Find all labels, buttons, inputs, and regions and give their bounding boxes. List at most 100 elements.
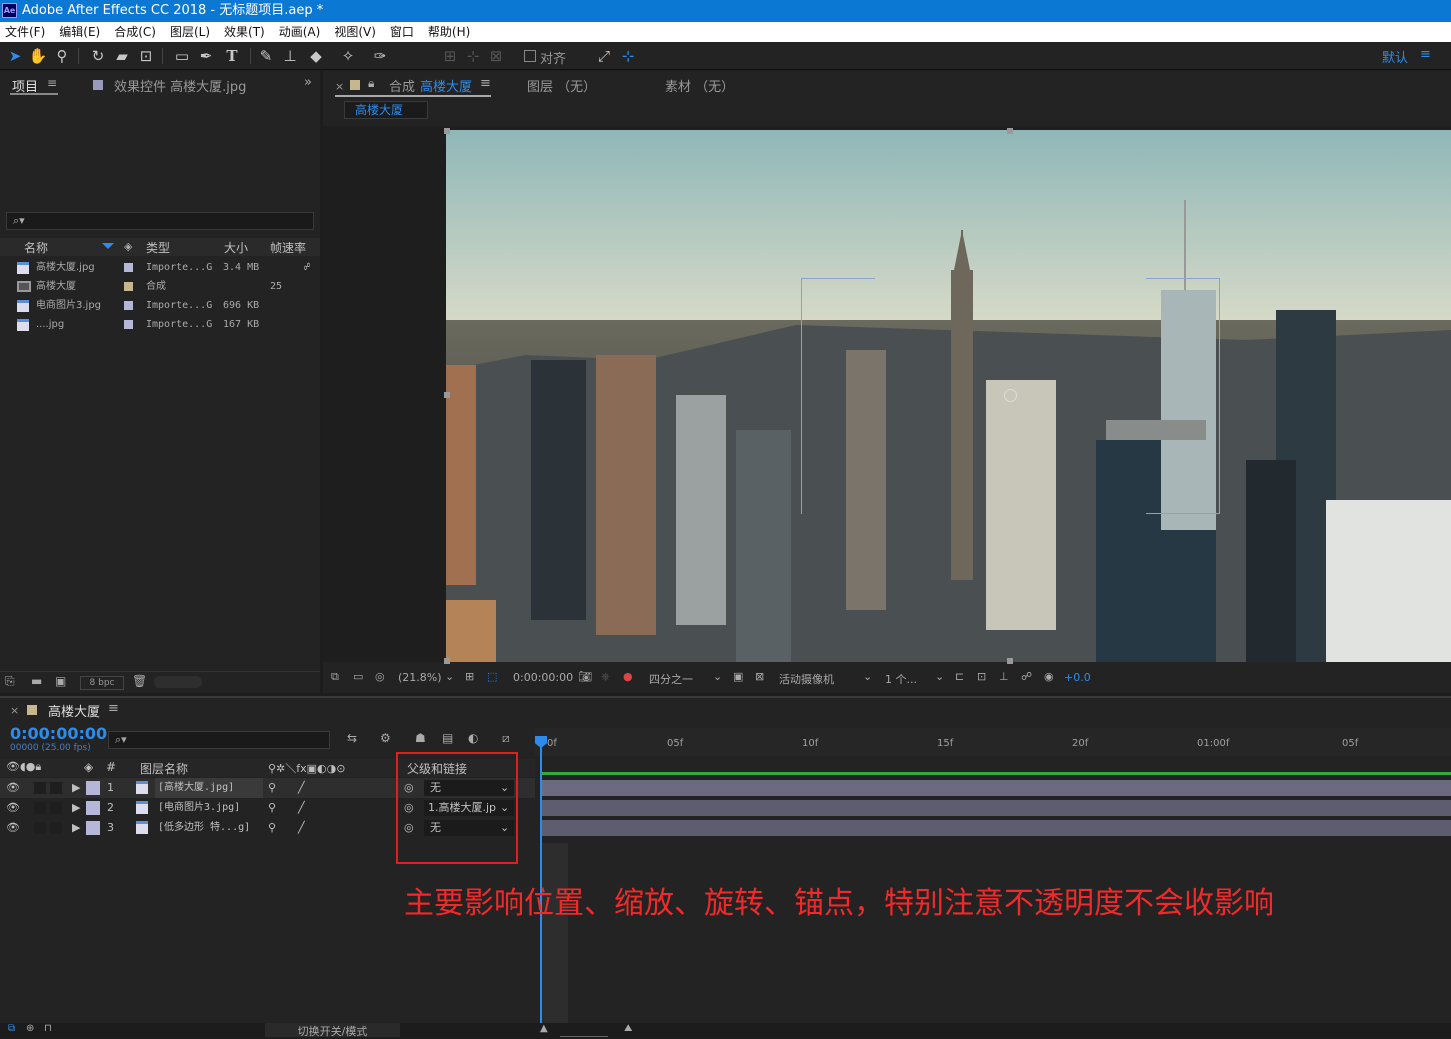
label-swatch[interactable] bbox=[86, 801, 100, 815]
menu-help[interactable]: 帮助(H) bbox=[428, 22, 470, 42]
selection-tool-icon[interactable]: ➤ bbox=[5, 47, 25, 65]
in-out-icon[interactable]: ⊓ bbox=[44, 1023, 52, 1034]
rotate-tool-icon[interactable]: ↻ bbox=[88, 47, 108, 65]
project-search-input[interactable]: ⌕▾ bbox=[6, 212, 314, 230]
shy-switch-icon[interactable]: ⚲ bbox=[268, 778, 276, 798]
thumbnail-slider[interactable] bbox=[154, 676, 202, 688]
layer-switches-icon[interactable]: ⧉ bbox=[8, 1023, 15, 1034]
snapshot-icon[interactable]: 📷︎ bbox=[578, 670, 592, 683]
eye-icon[interactable]: 👁︎ bbox=[6, 798, 20, 818]
lock-icon[interactable]: 🔒︎ bbox=[368, 76, 374, 91]
roi-icon[interactable]: ▣ bbox=[733, 670, 743, 683]
label-tag-icon[interactable]: ◈ bbox=[124, 240, 132, 253]
world-axis-icon[interactable]: ⊹ bbox=[463, 47, 483, 65]
snap-checkbox[interactable] bbox=[524, 50, 536, 62]
tab-effect-controls[interactable]: 效果控件 高楼大厦.jpg bbox=[114, 76, 246, 95]
brush-tool-icon[interactable]: ✎ bbox=[256, 47, 276, 65]
chevron-down-icon[interactable]: ⌄ bbox=[935, 670, 944, 683]
zoom-tool-icon[interactable]: ⚲ bbox=[52, 47, 72, 65]
interpret-footage-icon[interactable]: ⎘ bbox=[5, 674, 15, 689]
quality-switch-icon[interactable]: ╱ bbox=[298, 778, 305, 798]
shy-switch-icon[interactable]: ⚲ bbox=[268, 798, 276, 818]
snap-options-icon[interactable]: ⤢ bbox=[594, 47, 614, 65]
project-item[interactable]: 高楼大厦.jpg Importe...G 3.4 MB ☍ bbox=[0, 258, 310, 277]
menu-animation[interactable]: 动画(A) bbox=[279, 22, 321, 42]
lock-toggle[interactable] bbox=[50, 782, 62, 794]
snap-target-icon[interactable]: ⊹ bbox=[618, 47, 638, 65]
chevron-down-icon[interactable]: ⌄ bbox=[863, 670, 872, 683]
eye-icon[interactable]: 👁︎ bbox=[6, 818, 20, 838]
solo-toggle[interactable] bbox=[34, 802, 46, 814]
col-layer-name[interactable]: 图层名称 bbox=[140, 760, 188, 777]
mask-visibility-icon[interactable]: ⬚ bbox=[487, 670, 497, 683]
pan-behind-tool-icon[interactable]: ⊡ bbox=[136, 47, 156, 65]
composition-viewer[interactable] bbox=[323, 126, 1451, 664]
panel-menu-icon[interactable]: ≡ bbox=[108, 701, 119, 716]
layer-name[interactable]: [低多边形 特...g] bbox=[155, 818, 250, 838]
fit-icon[interactable]: ⊞ bbox=[465, 670, 474, 683]
view-axis-icon[interactable]: ⊠ bbox=[486, 47, 506, 65]
comp-mini-flowchart-icon[interactable]: ⇆ bbox=[347, 731, 357, 745]
draft-3d-icon[interactable]: ⚙ bbox=[380, 731, 391, 745]
menu-view[interactable]: 视图(V) bbox=[334, 22, 376, 42]
reset-exposure-icon[interactable]: ◉ bbox=[1044, 670, 1054, 683]
chevron-down-icon[interactable]: ⌄ bbox=[445, 670, 454, 683]
frame-blending-icon[interactable]: ▤ bbox=[442, 731, 453, 745]
label-swatch[interactable] bbox=[124, 301, 133, 310]
show-snapshot-icon[interactable]: ⎈ bbox=[601, 670, 610, 684]
workspace-label[interactable]: 默认 bbox=[1382, 47, 1408, 66]
layer-name[interactable]: [高楼大厦.jpg] bbox=[155, 778, 263, 798]
work-area-bar[interactable] bbox=[540, 772, 1451, 775]
tab-layer[interactable]: 图层 （无） bbox=[527, 76, 596, 95]
col-type[interactable]: 类型 bbox=[146, 239, 170, 256]
transfer-controls-icon[interactable]: ⊕ bbox=[26, 1023, 34, 1034]
tab-footage[interactable]: 素材 （无） bbox=[665, 76, 734, 95]
tab-comp-prefix[interactable]: 合成 bbox=[389, 76, 415, 95]
label-swatch[interactable] bbox=[86, 781, 100, 795]
flowchart-icon[interactable]: ☍ bbox=[1021, 670, 1032, 683]
layer-duration-bar[interactable] bbox=[541, 780, 1451, 796]
bit-depth-button[interactable]: 8 bpc bbox=[80, 676, 124, 690]
views-dropdown[interactable]: 1 个... bbox=[885, 671, 917, 687]
label-tag-icon[interactable]: ◈ bbox=[84, 760, 93, 774]
comp-breadcrumb[interactable]: 高楼大厦 bbox=[344, 101, 428, 119]
clone-stamp-tool-icon[interactable]: ⊥ bbox=[280, 47, 300, 65]
label-swatch[interactable] bbox=[86, 821, 100, 835]
primary-viewer-icon[interactable]: ▭ bbox=[353, 670, 363, 683]
toggle-pixel-aspect-icon[interactable]: ⊏ bbox=[955, 670, 964, 683]
zoom-out-icon[interactable]: ▲ bbox=[540, 1023, 548, 1034]
layer-duration-bar[interactable] bbox=[541, 820, 1451, 836]
time-ruler[interactable]: 0f 05f 10f 15f 20f 01:00f 05f bbox=[535, 728, 1451, 756]
pen-tool-icon[interactable]: ✒ bbox=[196, 47, 216, 65]
camera-dropdown[interactable]: 活动摄像机 bbox=[779, 671, 834, 687]
menu-layer[interactable]: 图层(L) bbox=[170, 22, 210, 42]
motion-blur-icon[interactable]: ◐ bbox=[468, 731, 478, 745]
fast-previews-icon[interactable]: ⊡ bbox=[977, 670, 986, 683]
resolution-dropdown[interactable]: 四分之一 bbox=[649, 671, 693, 687]
zoom-in-icon[interactable]: ⛰ bbox=[624, 1023, 632, 1034]
sort-arrow-icon[interactable] bbox=[102, 243, 114, 249]
chevron-down-icon[interactable]: ⌄ bbox=[713, 670, 722, 683]
lock-toggle[interactable] bbox=[50, 822, 62, 834]
transform-handle[interactable] bbox=[1007, 658, 1013, 664]
timeline-comp-name[interactable]: 高楼大厦 bbox=[48, 701, 100, 720]
menu-file[interactable]: 文件(F) bbox=[5, 22, 45, 42]
label-swatch[interactable] bbox=[124, 263, 133, 272]
transform-handle[interactable] bbox=[444, 128, 450, 134]
exposure-value[interactable]: +0.0 bbox=[1064, 671, 1091, 684]
eraser-tool-icon[interactable]: ◆ bbox=[306, 47, 326, 65]
quality-switch-icon[interactable]: ╱ bbox=[298, 798, 305, 818]
transform-handle[interactable] bbox=[444, 658, 450, 664]
timeline-icon[interactable]: ⊥ bbox=[999, 670, 1009, 683]
local-axis-icon[interactable]: ⊞ bbox=[440, 47, 460, 65]
vr-icon[interactable]: ◎ bbox=[375, 670, 385, 683]
close-tab-icon[interactable]: × bbox=[335, 80, 344, 93]
col-name[interactable]: 名称 bbox=[24, 239, 48, 256]
always-preview-icon[interactable]: ⧉ bbox=[331, 670, 339, 684]
av-features-icon[interactable]: 👁︎◖●🔒︎ bbox=[6, 760, 41, 774]
panel-menu-icon[interactable]: ≡ bbox=[480, 76, 491, 91]
timeline-current-time[interactable]: 0:00:00:00 bbox=[10, 724, 107, 743]
eye-icon[interactable]: 👁︎ bbox=[6, 778, 20, 798]
graph-editor-icon[interactable]: ⧄ bbox=[502, 731, 510, 746]
quality-switch-icon[interactable]: ╱ bbox=[298, 818, 305, 838]
